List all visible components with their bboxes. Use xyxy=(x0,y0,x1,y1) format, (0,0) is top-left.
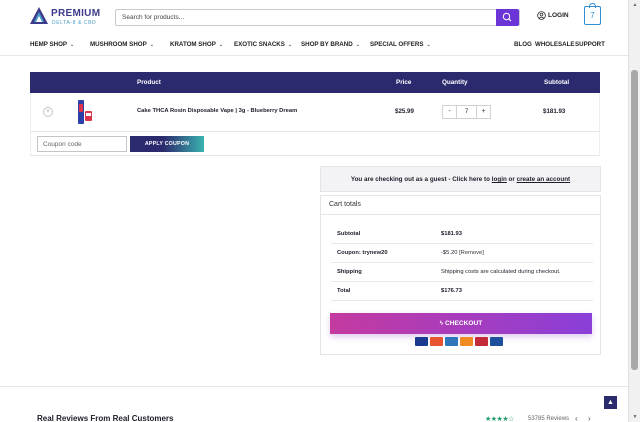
header-quantity: Quantity xyxy=(442,79,468,86)
nav-kratom-shop[interactable]: KRATOM SHOP ⌄ xyxy=(170,41,223,48)
chevron-down-icon: ⌄ xyxy=(70,42,75,48)
header-subtotal: Subtotal xyxy=(544,79,570,86)
user-icon xyxy=(537,11,546,20)
guest-middle: or xyxy=(506,176,517,183)
nav-exotic-snacks[interactable]: EXOTIC SNACKS ⌄ xyxy=(234,41,292,48)
search-input[interactable] xyxy=(116,10,496,25)
chevron-down-icon: ⌄ xyxy=(355,42,360,48)
checkout-label: CHECKOUT xyxy=(444,320,483,327)
cart-count: 7 xyxy=(590,11,595,20)
login-label: LOGIN xyxy=(548,12,569,19)
rating-stars-icon: ★★★★☆ xyxy=(485,416,514,422)
item-subtotal: $181.93 xyxy=(543,108,566,115)
nav-wholesale[interactable]: WHOLESALE xyxy=(535,41,575,48)
brand-logo[interactable]: PREMIUM DELTA-8 & CBD xyxy=(29,6,101,28)
scroll-down-icon[interactable]: ▼ xyxy=(631,413,639,421)
search-bar xyxy=(115,9,520,26)
chevron-left-icon[interactable]: ‹ xyxy=(575,414,578,422)
totals-row-shipping: Shipping Shipping costs are calculated d… xyxy=(331,263,593,282)
divider xyxy=(321,214,600,215)
nav-shop-by-brand[interactable]: SHOP BY BRAND ⌄ xyxy=(301,41,360,48)
totals-value: $176.73 xyxy=(441,288,462,294)
brand-subtitle: DELTA-8 & CBD xyxy=(52,20,97,26)
totals-value: $181.93 xyxy=(441,231,462,237)
qty-input[interactable]: 7 xyxy=(457,106,476,118)
totals-row-coupon: Coupon: trynew20 -$5.20 [Remove] xyxy=(331,244,593,263)
search-button[interactable] xyxy=(496,9,519,26)
item-price: $25.99 xyxy=(395,108,414,115)
quantity-stepper: - 7 + xyxy=(442,105,491,119)
logo-mark-icon xyxy=(30,7,48,24)
cart-table-header: Product Price Quantity Subtotal xyxy=(30,72,600,93)
guest-notice: You are checking out as a guest - Click … xyxy=(320,166,601,192)
jcb-icon xyxy=(475,337,488,346)
scroll-up-icon[interactable]: ▲ xyxy=(631,1,639,9)
header-product: Product xyxy=(137,79,161,86)
amex-icon xyxy=(445,337,458,346)
cart-totals-title: Cart totals xyxy=(329,201,361,208)
totals-label: Total xyxy=(337,288,351,294)
visa-icon xyxy=(415,337,428,346)
brand-title: PREMIUM xyxy=(51,8,101,19)
create-account-link[interactable]: create an account xyxy=(517,176,571,183)
totals-label: Coupon: trynew20 xyxy=(337,250,388,256)
divider xyxy=(0,386,628,387)
diners-icon xyxy=(490,337,503,346)
site-header: PREMIUM DELTA-8 & CBD LOGIN 7 xyxy=(0,0,628,36)
nav-label: MUSHROOM SHOP xyxy=(90,41,147,48)
coupon-row: APPLY COUPON xyxy=(30,132,600,156)
checkout-button[interactable]: ϟ CHECKOUT xyxy=(330,313,592,334)
nav-hemp-shop[interactable]: HEMP SHOP ⌄ xyxy=(30,41,74,48)
scrollbar-thumb[interactable] xyxy=(631,70,638,370)
totals-row-total: Total $176.73 xyxy=(331,282,593,301)
product-thumbnail[interactable] xyxy=(75,98,95,126)
totals-value: Shipping costs are calculated during che… xyxy=(441,269,561,275)
chevron-down-icon: ⌄ xyxy=(149,42,154,48)
nav-blog[interactable]: BLOG xyxy=(514,41,532,48)
main-nav: HEMP SHOP ⌄ MUSHROOM SHOP ⌄ KRATOM SHOP ⌄ E… xyxy=(0,36,628,56)
totals-label: Shipping xyxy=(337,269,362,275)
qty-increase-button[interactable]: + xyxy=(476,106,490,118)
coupon-input[interactable] xyxy=(37,136,127,152)
guest-login-link[interactable]: login xyxy=(492,176,507,183)
nav-mushroom-shop[interactable]: MUSHROOM SHOP ⌄ xyxy=(90,41,154,48)
page-scrollbar[interactable]: ▲ ▼ xyxy=(628,0,640,422)
chevron-right-icon[interactable]: › xyxy=(588,414,591,422)
cart-button[interactable]: 7 xyxy=(584,3,601,25)
nav-special-offers[interactable]: SPECIAL OFFERS ⌄ xyxy=(370,41,431,48)
header-price: Price xyxy=(396,79,412,86)
nav-label: SPECIAL OFFERS xyxy=(370,41,424,48)
totals-row-subtotal: Subtotal $181.93 xyxy=(331,225,593,244)
coupon-discount: -$5.20 xyxy=(441,250,458,256)
remove-item-icon[interactable]: × xyxy=(43,107,53,117)
totals-value: -$5.20 [Remove] xyxy=(441,250,484,256)
nav-support[interactable]: SUPPORT xyxy=(575,41,605,48)
qty-decrease-button[interactable]: - xyxy=(443,106,457,118)
chevron-down-icon: ⌄ xyxy=(426,42,431,48)
nav-label: KRATOM SHOP xyxy=(170,41,216,48)
mastercard-icon xyxy=(430,337,443,346)
review-count[interactable]: 53785 Reviews xyxy=(528,416,569,422)
chevron-down-icon: ⌄ xyxy=(287,42,293,48)
back-to-top-button[interactable]: ▲ xyxy=(604,396,617,409)
cart-item-row: × Cake THCA Rosin Disposable Vape | 3g -… xyxy=(30,93,600,132)
cart-bag-icon xyxy=(589,3,596,8)
guest-notice-text: You are checking out as a guest - Click … xyxy=(321,176,600,183)
remove-coupon-link[interactable]: [Remove] xyxy=(459,250,484,256)
search-icon xyxy=(502,12,512,22)
totals-label: Subtotal xyxy=(337,231,361,237)
nav-label: SHOP BY BRAND xyxy=(301,41,353,48)
nav-label: HEMP SHOP xyxy=(30,41,68,48)
guest-prefix: You are checking out as a guest - Click … xyxy=(350,176,492,183)
cart-totals: Cart totals Subtotal $181.93 Coupon: try… xyxy=(320,195,601,355)
chevron-down-icon: ⌄ xyxy=(218,42,224,48)
product-name-link[interactable]: Cake THCA Rosin Disposable Vape | 3g - B… xyxy=(137,108,297,114)
nav-label: EXOTIC SNACKS xyxy=(234,41,285,48)
reviews-title: Real Reviews From Real Customers xyxy=(37,414,174,422)
apply-coupon-button[interactable]: APPLY COUPON xyxy=(130,136,204,152)
discover-icon xyxy=(460,337,473,346)
